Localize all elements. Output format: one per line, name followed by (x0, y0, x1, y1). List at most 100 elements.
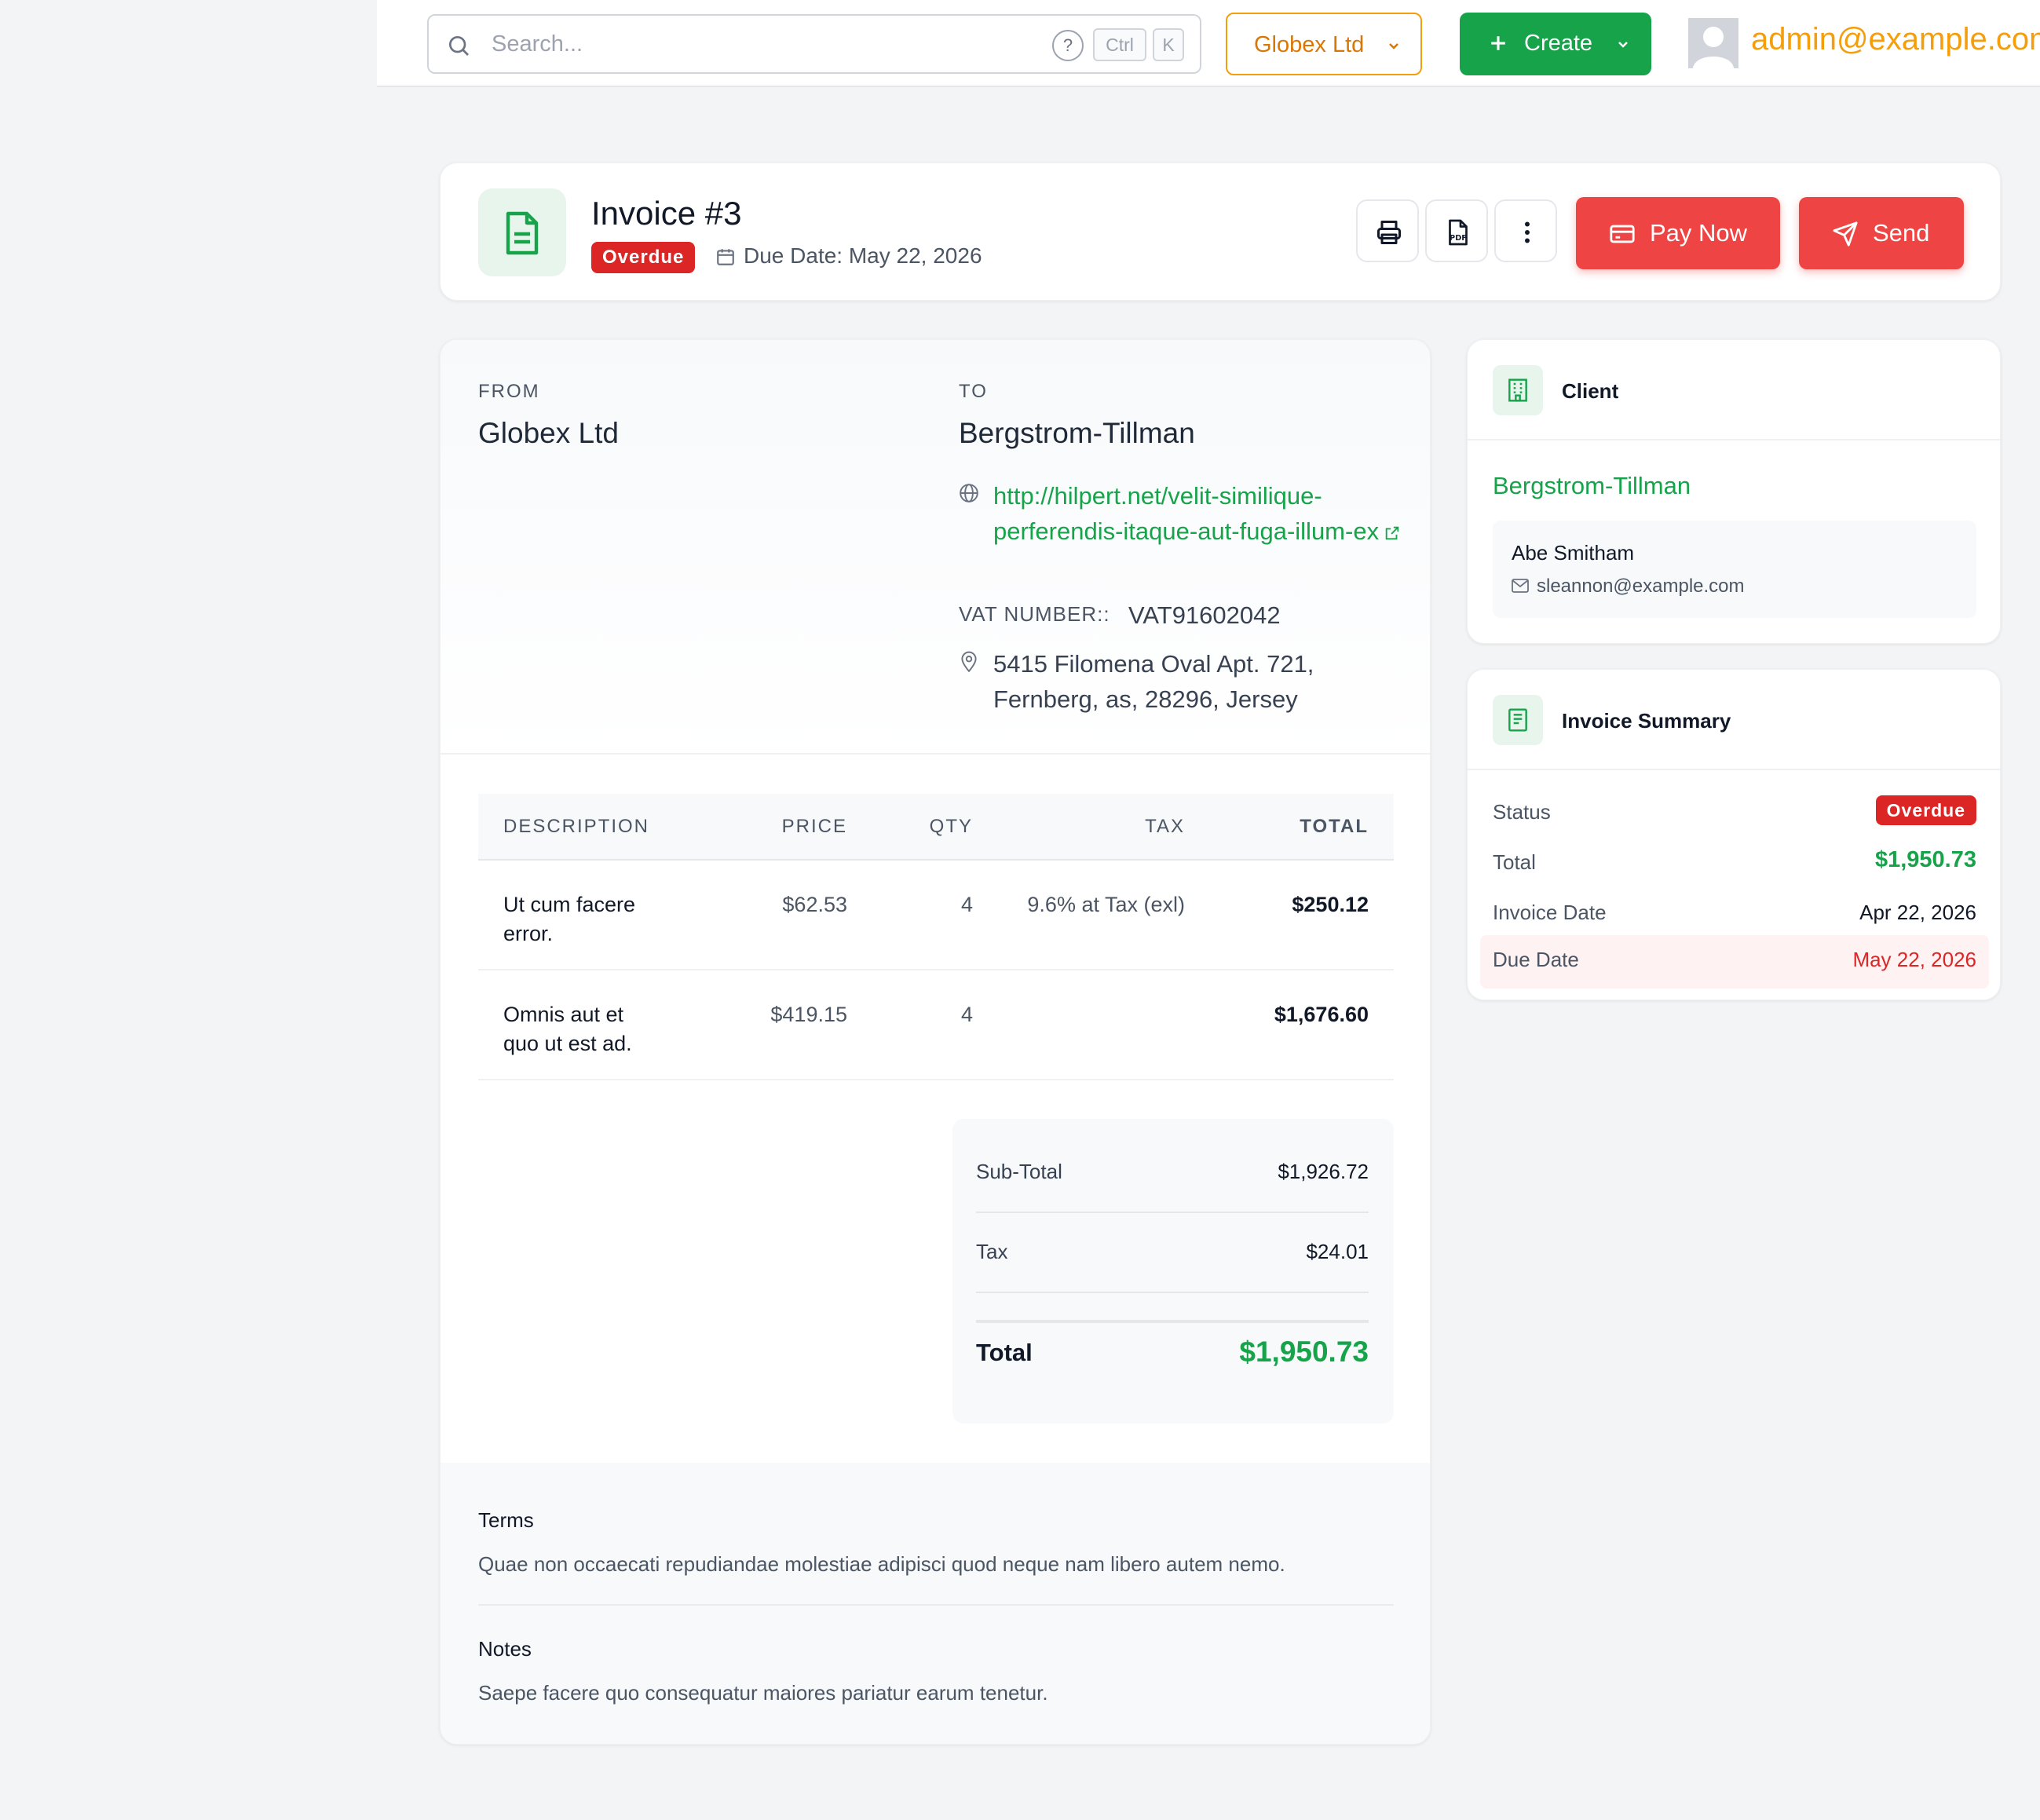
send-label: Send (1873, 219, 1930, 247)
invoice-icon-box (478, 188, 566, 276)
client-address: 5415 Filomena Oval Apt. 721, Fernberg, a… (993, 650, 1314, 713)
total-value: $1,950.73 (1874, 847, 1976, 872)
search-input[interactable]: Search... (492, 31, 583, 57)
item-price: $62.53 (722, 860, 847, 970)
client-website-url[interactable]: http://hilpert.net/velit-similique-perfe… (993, 482, 1379, 545)
subtotal-label: Sub-Total (976, 1160, 1062, 1183)
status-label: Status (1493, 800, 1551, 824)
terms-title: Terms (478, 1508, 534, 1532)
item-qty: 4 (847, 860, 973, 970)
pdf-icon: PDF (1449, 219, 1468, 246)
contact-box (1493, 521, 1976, 618)
tax-label: Tax (976, 1240, 1008, 1263)
create-button[interactable]: Create (1460, 13, 1651, 75)
client-card-header: Client (1468, 340, 2000, 440)
mail-icon (1512, 579, 1529, 593)
svg-text:PDF: PDF (1450, 234, 1467, 243)
from-label: FROM (478, 381, 540, 402)
line-items-table: DESCRIPTION PRICE QTY TAX TOTAL Ut cum f… (478, 794, 1394, 1080)
totals-summary: Sub-Total $1,926.72 Tax $24.01 Total $1,… (952, 1119, 1394, 1423)
divider (976, 1212, 1369, 1213)
column-header-qty: QTY (847, 794, 973, 861)
invoice-date-value: Apr 22, 2026 (1859, 901, 1976, 924)
invoice-summary-card: Invoice Summary Status Overdue Total $1,… (1467, 669, 2001, 1000)
column-header-price: PRICE (722, 794, 847, 861)
avatar[interactable] (1688, 18, 1738, 68)
credit-card-icon (1610, 225, 1635, 243)
table-row: Ut cum facere error. $62.53 4 9.6% at Ta… (478, 860, 1394, 970)
item-description-cell: Omnis aut et quo ut est ad. (478, 970, 722, 1080)
client-card: Client Bergstrom-Tillman Abe Smitham sle… (1467, 339, 2001, 644)
subtotal-value: $1,926.72 (1278, 1160, 1369, 1183)
vat-number-value: VAT91602042 (1128, 601, 1281, 629)
invoice-parties: FROM Globex Ltd TO Bergstrom-Tillman htt… (441, 340, 1430, 755)
item-tax: 9.6% at Tax (exl) (973, 860, 1185, 970)
client-name-link[interactable]: Bergstrom-Tillman (1493, 472, 1691, 500)
grand-total-value: $1,950.73 (1239, 1336, 1369, 1368)
grand-total-row: Total $1,950.73 (976, 1336, 1369, 1368)
search-box[interactable]: Search... ? Ctrl K (427, 14, 1201, 74)
vat-number-label: VAT NUMBER:: (959, 602, 1110, 626)
chevron-down-icon (1389, 43, 1398, 49)
more-actions-button[interactable] (1494, 199, 1557, 262)
to-company-name: Bergstrom-Tillman (959, 417, 1195, 449)
column-header-tax: TAX (973, 794, 1185, 861)
search-icon (449, 36, 469, 56)
grand-total-label: Total (976, 1339, 1033, 1366)
page-title: Invoice #3 (591, 195, 742, 232)
from-company-name: Globex Ltd (478, 417, 619, 449)
status-badge: Overdue (1875, 795, 1976, 825)
divider (478, 1604, 1394, 1606)
item-tax (973, 970, 1185, 1080)
subtotal-row: Sub-Total $1,926.72 (976, 1160, 1369, 1184)
pay-now-label: Pay Now (1650, 219, 1748, 247)
top-bar: Search... ? Ctrl K Globex Ltd Create adm… (377, 0, 2040, 87)
help-icon[interactable]: ? (1052, 30, 1084, 61)
divider (976, 1320, 1369, 1323)
organization-switcher-button[interactable]: Globex Ltd (1226, 13, 1422, 75)
item-description: Omnis aut et quo ut est ad. (503, 1003, 632, 1055)
tax-row: Tax $24.01 (976, 1240, 1369, 1264)
print-button[interactable] (1356, 199, 1419, 262)
map-pin-icon (961, 651, 977, 673)
download-pdf-button[interactable]: PDF (1425, 199, 1488, 262)
summary-total-row: Total $1,950.73 (1493, 847, 1976, 882)
notes-text: Saepe facere quo consequatur maiores par… (478, 1681, 1048, 1705)
terms-and-notes: Terms Quae non occaecati repudiandae mol… (441, 1463, 1430, 1744)
item-price: $419.15 (722, 970, 847, 1080)
summary-icon-box (1493, 695, 1543, 745)
due-date-info: Due Date: May 22, 2026 (715, 243, 982, 269)
globe-icon (960, 484, 978, 503)
shortcut-key-k: K (1153, 28, 1184, 61)
document-icon (506, 211, 539, 255)
tax-value: $24.01 (1306, 1240, 1369, 1263)
invoice-header-card: Invoice #3 Overdue Due Date: May 22, 202… (440, 163, 2001, 301)
notes-title: Notes (478, 1637, 532, 1661)
item-qty: 4 (847, 970, 973, 1080)
building-icon (1508, 378, 1527, 402)
chevron-down-icon (1618, 42, 1628, 48)
contact-name: Abe Smitham (1512, 541, 1635, 565)
contact-email[interactable]: sleannon@example.com (1537, 576, 1745, 598)
summary-invoice-date-row: Invoice Date Apr 22, 2026 (1493, 901, 1976, 932)
client-website-link[interactable]: http://hilpert.net/velit-similique-perfe… (993, 478, 1402, 549)
summary-status-row: Status Overdue (1493, 795, 1976, 831)
item-total: $1,676.60 (1185, 970, 1394, 1080)
due-date-label: Due Date (1493, 948, 1579, 971)
item-description-cell: Ut cum facere error. (478, 860, 722, 970)
external-link-icon (1385, 526, 1399, 540)
column-header-description: DESCRIPTION (478, 794, 722, 861)
send-icon (1833, 221, 1858, 247)
user-email[interactable]: admin@example.com (1751, 22, 2040, 57)
shortcut-key-ctrl: Ctrl (1093, 28, 1146, 61)
table-header-row: DESCRIPTION PRICE QTY TAX TOTAL (478, 794, 1394, 861)
pay-now-button[interactable]: Pay Now (1576, 197, 1780, 269)
send-button[interactable]: Send (1799, 197, 1964, 269)
client-card-title: Client (1562, 379, 1619, 403)
total-label: Total (1493, 850, 1536, 874)
create-label: Create (1524, 31, 1593, 56)
summary-due-date-row: Due Date May 22, 2026 (1493, 948, 1976, 979)
more-vertical-icon (1525, 221, 1530, 243)
summary-card-title: Invoice Summary (1562, 709, 1731, 733)
summary-card-header: Invoice Summary (1468, 670, 2000, 770)
